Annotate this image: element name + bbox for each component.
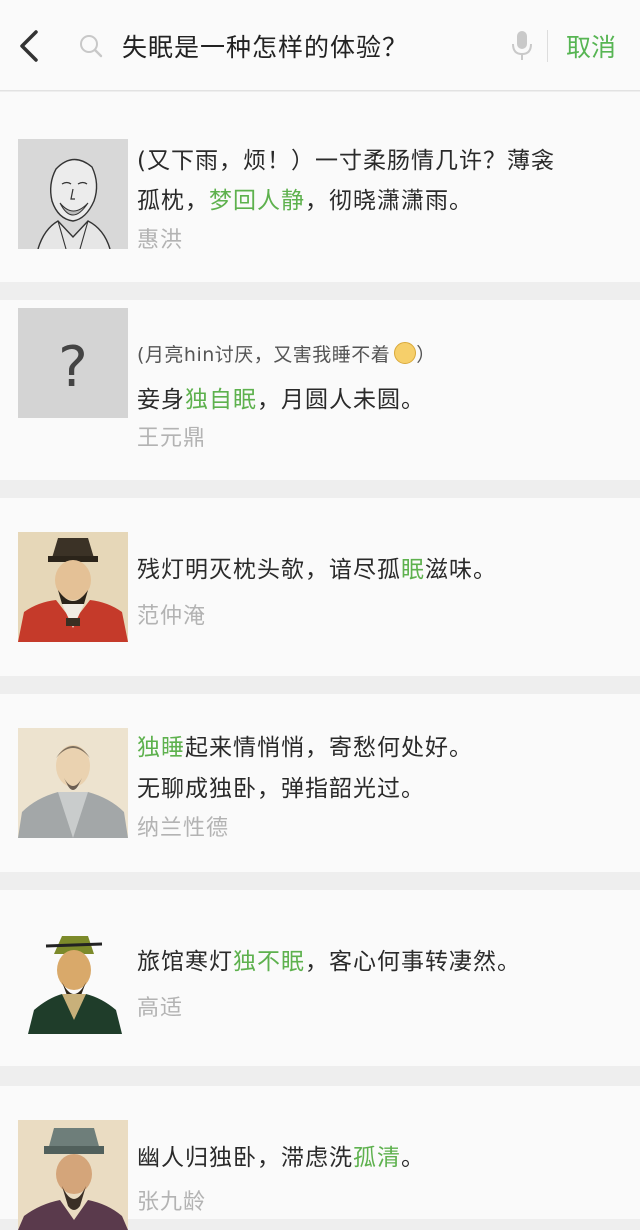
poem-line: 妾身独自眠，月圆人未圆。 [137, 380, 425, 414]
poem-line: 无聊成独卧，弹指韶光过。 [137, 769, 425, 803]
question-mark-thumbnail: ? [18, 308, 128, 418]
poem-text: (月亮hin讨厌，又害我睡不着 [137, 344, 391, 366]
cancel-button[interactable]: 取消 [566, 28, 616, 64]
author-name: 惠洪 [137, 228, 184, 253]
author-name: 张九龄 [137, 1190, 207, 1215]
poem-text: ，月圆人未圆。 [257, 387, 425, 413]
poem-line: (又下雨，烦！）一寸柔肠情几许？薄衾 [137, 141, 555, 175]
divider [547, 30, 548, 62]
poem-line: 幽人归独卧，滞虑洗孤清。 [137, 1138, 425, 1172]
highlight-text: 独自眠 [185, 387, 257, 413]
result-card[interactable]: (又下雨，烦！）一寸柔肠情几许？薄衾 孤枕，梦回人静，彻晓潇潇雨。 惠洪 [0, 92, 640, 282]
result-card[interactable]: 残灯明灭枕头欹，谙尽孤眠滋味。 范仲淹 [0, 498, 640, 676]
author-name: 王元鼎 [137, 426, 207, 451]
result-card[interactable]: 旅馆寒灯独不眠，客心何事转凄然。 高适 [0, 890, 640, 1066]
poem-text: 滋味。 [425, 557, 497, 583]
result-card[interactable]: 幽人归独卧，滞虑洗孤清。 张九龄 [0, 1086, 640, 1230]
poem-line: 旅馆寒灯独不眠，客心何事转凄然。 [137, 942, 521, 976]
hat-portrait-thumbnail [18, 1120, 128, 1230]
highlight-text: 独不眠 [233, 949, 305, 975]
poem-line: (月亮hin讨厌，又害我睡不着 ） [137, 340, 436, 367]
poem-text: ，彻晓潇潇雨。 [305, 188, 473, 214]
poem-text: (又下雨，烦！）一寸柔肠情几许？薄衾 [137, 148, 555, 174]
search-bar: 失眠是一种怎样的体验？ 取消 [0, 0, 640, 91]
search-icon [78, 33, 104, 59]
highlight-text: 梦回人静 [209, 188, 305, 214]
poem-text: 幽人归独卧，滞虑洗 [137, 1145, 353, 1171]
microphone-icon[interactable] [508, 28, 536, 64]
poem-text: 。 [401, 1145, 425, 1171]
chevron-left-icon[interactable] [14, 26, 44, 66]
poem-text: 妾身 [137, 387, 185, 413]
result-card[interactable]: 独睡起来情悄悄，寄愁何处好。 无聊成独卧，弹指韶光过。 纳兰性德 [0, 694, 640, 872]
highlight-text: 眠 [401, 557, 425, 583]
poem-text: 无聊成独卧，弹指韶光过。 [137, 776, 425, 802]
highlight-text: 孤清 [353, 1145, 401, 1171]
poem-text: 起来情悄悄，寄愁何处好。 [185, 735, 473, 761]
poem-line: 孤枕，梦回人静，彻晓潇潇雨。 [137, 181, 473, 215]
poem-text: 孤枕， [137, 188, 209, 214]
sketch-portrait-thumbnail [18, 139, 128, 249]
author-name: 范仲淹 [137, 604, 207, 629]
poem-text: 残灯明灭枕头欹，谙尽孤 [137, 557, 401, 583]
author-name: 纳兰性德 [137, 816, 230, 841]
poem-text: ，客心何事转凄然。 [305, 949, 521, 975]
green-robe-portrait-thumbnail [18, 924, 128, 1034]
poem-text: ） [416, 344, 436, 366]
red-robe-portrait-thumbnail [18, 532, 128, 642]
question-mark-icon: ? [58, 335, 88, 400]
highlight-text: 独睡 [137, 735, 185, 761]
poem-line: 独睡起来情悄悄，寄愁何处好。 [137, 728, 473, 762]
poem-text: 旅馆寒灯 [137, 949, 233, 975]
result-card[interactable]: ? (月亮hin讨厌，又害我睡不着 ） 妾身独自眠，月圆人未圆。 王元鼎 [0, 300, 640, 480]
author-name: 高适 [137, 996, 184, 1021]
poem-line: 残灯明灭枕头欹，谙尽孤眠滋味。 [137, 550, 497, 584]
tired-face-emoji-icon [394, 342, 417, 364]
search-input[interactable]: 失眠是一种怎样的体验？ [122, 28, 408, 64]
grey-robe-portrait-thumbnail [18, 728, 128, 838]
